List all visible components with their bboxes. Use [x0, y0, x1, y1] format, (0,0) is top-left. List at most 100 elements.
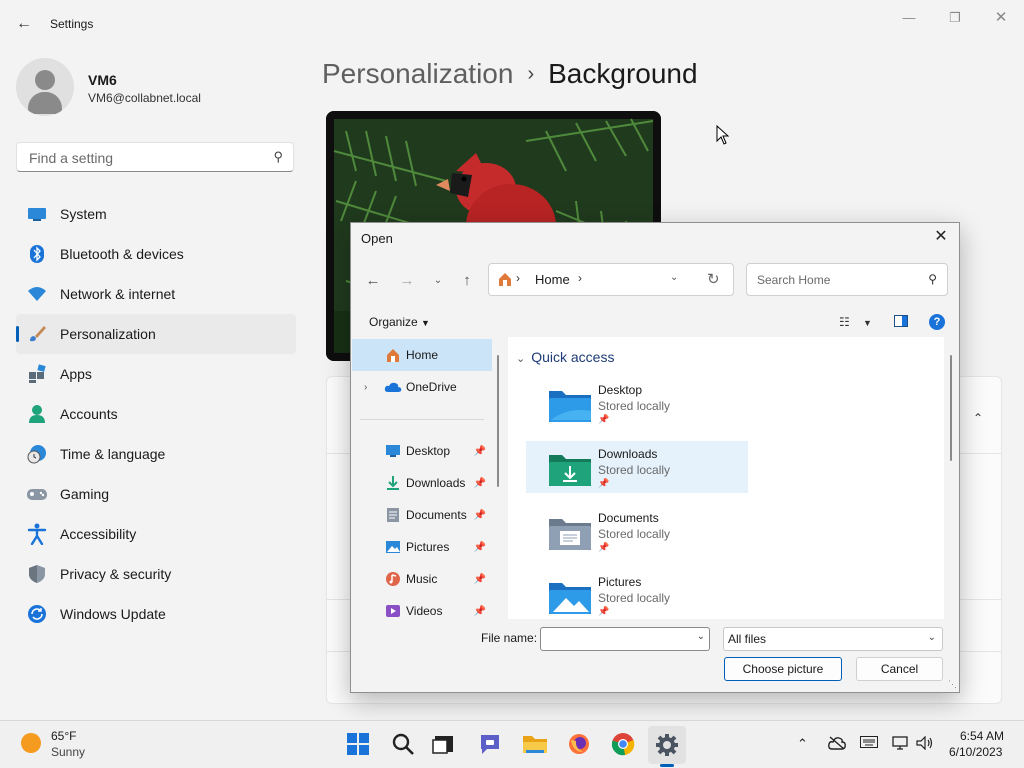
avatar[interactable] — [16, 58, 74, 116]
dialog-close-button[interactable]: ✕ — [929, 227, 953, 247]
clock-time[interactable]: 6:54 AM — [960, 729, 1004, 743]
folder-tile-documents[interactable]: Documents Stored locally 📌 — [526, 505, 748, 557]
back-arrow-icon[interactable]: ← — [363, 271, 383, 291]
sidebar-item-personalization[interactable]: Personalization — [16, 314, 296, 354]
sidebar-item-system[interactable]: System — [16, 194, 296, 234]
settings-icon[interactable] — [648, 726, 686, 764]
cancel-button[interactable]: Cancel — [856, 657, 943, 681]
quick-access-header[interactable]: ⌄ Quick access — [516, 349, 614, 365]
pin-icon: 📌 — [473, 445, 486, 457]
sidebar-item-apps[interactable]: Apps — [16, 354, 296, 394]
shield-icon — [26, 563, 48, 585]
close-button[interactable]: ✕ — [986, 8, 1016, 28]
sidebar-item-windows-update[interactable]: Windows Update — [16, 594, 296, 634]
nav-item-onedrive[interactable]: › OneDrive — [352, 371, 492, 403]
clock-date[interactable]: 6/10/2023 — [949, 745, 1002, 759]
chevron-up-icon[interactable]: ⌃ — [973, 411, 983, 425]
nav-item-pictures[interactable]: Pictures 📌 — [352, 531, 492, 563]
start-icon[interactable] — [343, 729, 373, 759]
address-bar[interactable]: › Home › ⌄ ↻ — [488, 263, 734, 296]
settings-search[interactable]: ⚲ — [16, 142, 294, 172]
network-icon[interactable] — [892, 736, 908, 753]
sidebar-item-label: Windows Update — [60, 606, 166, 622]
chevron-down-icon[interactable]: ⌄ — [670, 272, 678, 283]
open-dialog: Open ✕ ← → ⌄ ↑ › Home › ⌄ ↻ ⚲ Organize ▼… — [350, 222, 960, 693]
chevron-down-icon: ⌄ — [927, 632, 936, 643]
sidebar-item-accessibility[interactable]: Accessibility — [16, 514, 296, 554]
sidebar-item-label: System — [60, 206, 107, 222]
documents-folder-icon — [549, 519, 591, 550]
maximize-button[interactable]: ❐ — [940, 8, 970, 28]
keyboard-icon[interactable] — [860, 736, 878, 751]
sidebar-item-privacy[interactable]: Privacy & security — [16, 554, 296, 594]
sidebar-item-bluetooth[interactable]: Bluetooth & devices — [16, 234, 296, 274]
nav-item-documents[interactable]: Documents 📌 — [352, 499, 492, 531]
file-type-select[interactable]: All files ⌄ — [723, 627, 943, 651]
onedrive-offline-icon[interactable] — [828, 736, 846, 753]
search-icon[interactable]: ⚲ — [928, 272, 937, 286]
weather-condition[interactable]: Sunny — [51, 745, 85, 759]
preview-pane-icon[interactable] — [894, 315, 908, 330]
breadcrumb-parent[interactable]: Personalization — [322, 58, 513, 89]
nav-item-music[interactable]: Music 📌 — [352, 563, 492, 595]
home-icon — [384, 346, 402, 364]
dialog-search[interactable]: ⚲ — [746, 263, 948, 296]
sidebar-item-accounts[interactable]: Accounts — [16, 394, 296, 434]
accounts-icon — [26, 403, 48, 425]
file-name-input[interactable] — [545, 631, 689, 647]
sidebar-item-label: Apps — [60, 366, 92, 382]
chevron-down-icon: ▼ — [421, 318, 430, 328]
file-explorer-icon[interactable] — [520, 729, 550, 759]
quick-access-label: Quick access — [531, 349, 615, 365]
resize-grip-icon[interactable]: ⋱ — [948, 679, 957, 690]
show-hidden-icons-chevron-icon[interactable]: ⌃ — [797, 736, 808, 752]
file-name-field[interactable]: ⌄ — [540, 627, 710, 651]
nav-item-home[interactable]: Home — [352, 339, 492, 371]
chevron-down-icon[interactable]: ⌄ — [697, 631, 705, 642]
user-name: VM6 — [88, 72, 117, 88]
sidebar-item-time-language[interactable]: Time & language — [16, 434, 296, 474]
search-input[interactable] — [755, 272, 919, 288]
forward-arrow-icon[interactable]: → — [397, 271, 417, 291]
chrome-icon[interactable] — [608, 729, 638, 759]
weather-temp[interactable]: 65°F — [51, 729, 76, 743]
active-app-indicator — [660, 764, 674, 767]
recent-locations-chevron-icon[interactable]: ⌄ — [428, 271, 448, 291]
minimize-button[interactable]: — — [894, 8, 924, 28]
chevron-down-icon[interactable]: ▼ — [863, 318, 872, 328]
volume-icon[interactable] — [916, 735, 934, 753]
search-icon[interactable]: ⚲ — [273, 149, 283, 165]
address-location[interactable]: Home — [535, 272, 570, 287]
nav-item-videos[interactable]: Videos 📌 — [352, 595, 492, 619]
task-view-icon[interactable] — [429, 729, 459, 759]
organize-menu[interactable]: Organize ▼ — [369, 315, 430, 329]
up-arrow-icon[interactable]: ↑ — [457, 271, 477, 291]
weather-sun-icon[interactable] — [21, 733, 41, 753]
teams-chat-icon[interactable] — [475, 729, 505, 759]
firefox-icon[interactable] — [564, 729, 594, 759]
folder-tile-downloads[interactable]: Downloads Stored locally 📌 — [526, 441, 748, 493]
nav-item-downloads[interactable]: Downloads 📌 — [352, 467, 492, 499]
folder-tile-pictures[interactable]: Pictures Stored locally 📌 — [526, 569, 748, 619]
sidebar-item-gaming[interactable]: Gaming — [16, 474, 296, 514]
search-icon[interactable] — [388, 729, 418, 759]
sidebar-item-label: Accounts — [60, 406, 118, 422]
expand-chevron-icon[interactable]: › — [364, 382, 378, 393]
content-scrollbar[interactable] — [950, 355, 952, 461]
folder-tile-desktop[interactable]: Desktop Stored locally 📌 — [526, 377, 748, 429]
breadcrumb-separator[interactable]: › — [578, 271, 582, 285]
nav-item-desktop[interactable]: Desktop 📌 — [352, 435, 492, 467]
search-input[interactable] — [27, 149, 261, 167]
back-arrow-icon[interactable]: ← — [14, 14, 34, 34]
help-icon[interactable]: ? — [929, 314, 945, 330]
view-options-icon[interactable]: ☷ — [839, 315, 850, 329]
choose-picture-button[interactable]: Choose picture — [724, 657, 842, 681]
breadcrumb-separator[interactable]: › — [516, 271, 520, 285]
nav-item-label: Music — [406, 572, 438, 586]
sidebar-item-label: Privacy & security — [60, 566, 172, 582]
nav-item-label: Downloads — [406, 476, 466, 490]
pin-icon: 📌 — [473, 573, 486, 585]
nav-scrollbar[interactable] — [497, 355, 499, 487]
refresh-icon[interactable]: ↻ — [707, 270, 720, 288]
sidebar-item-network[interactable]: Network & internet — [16, 274, 296, 314]
